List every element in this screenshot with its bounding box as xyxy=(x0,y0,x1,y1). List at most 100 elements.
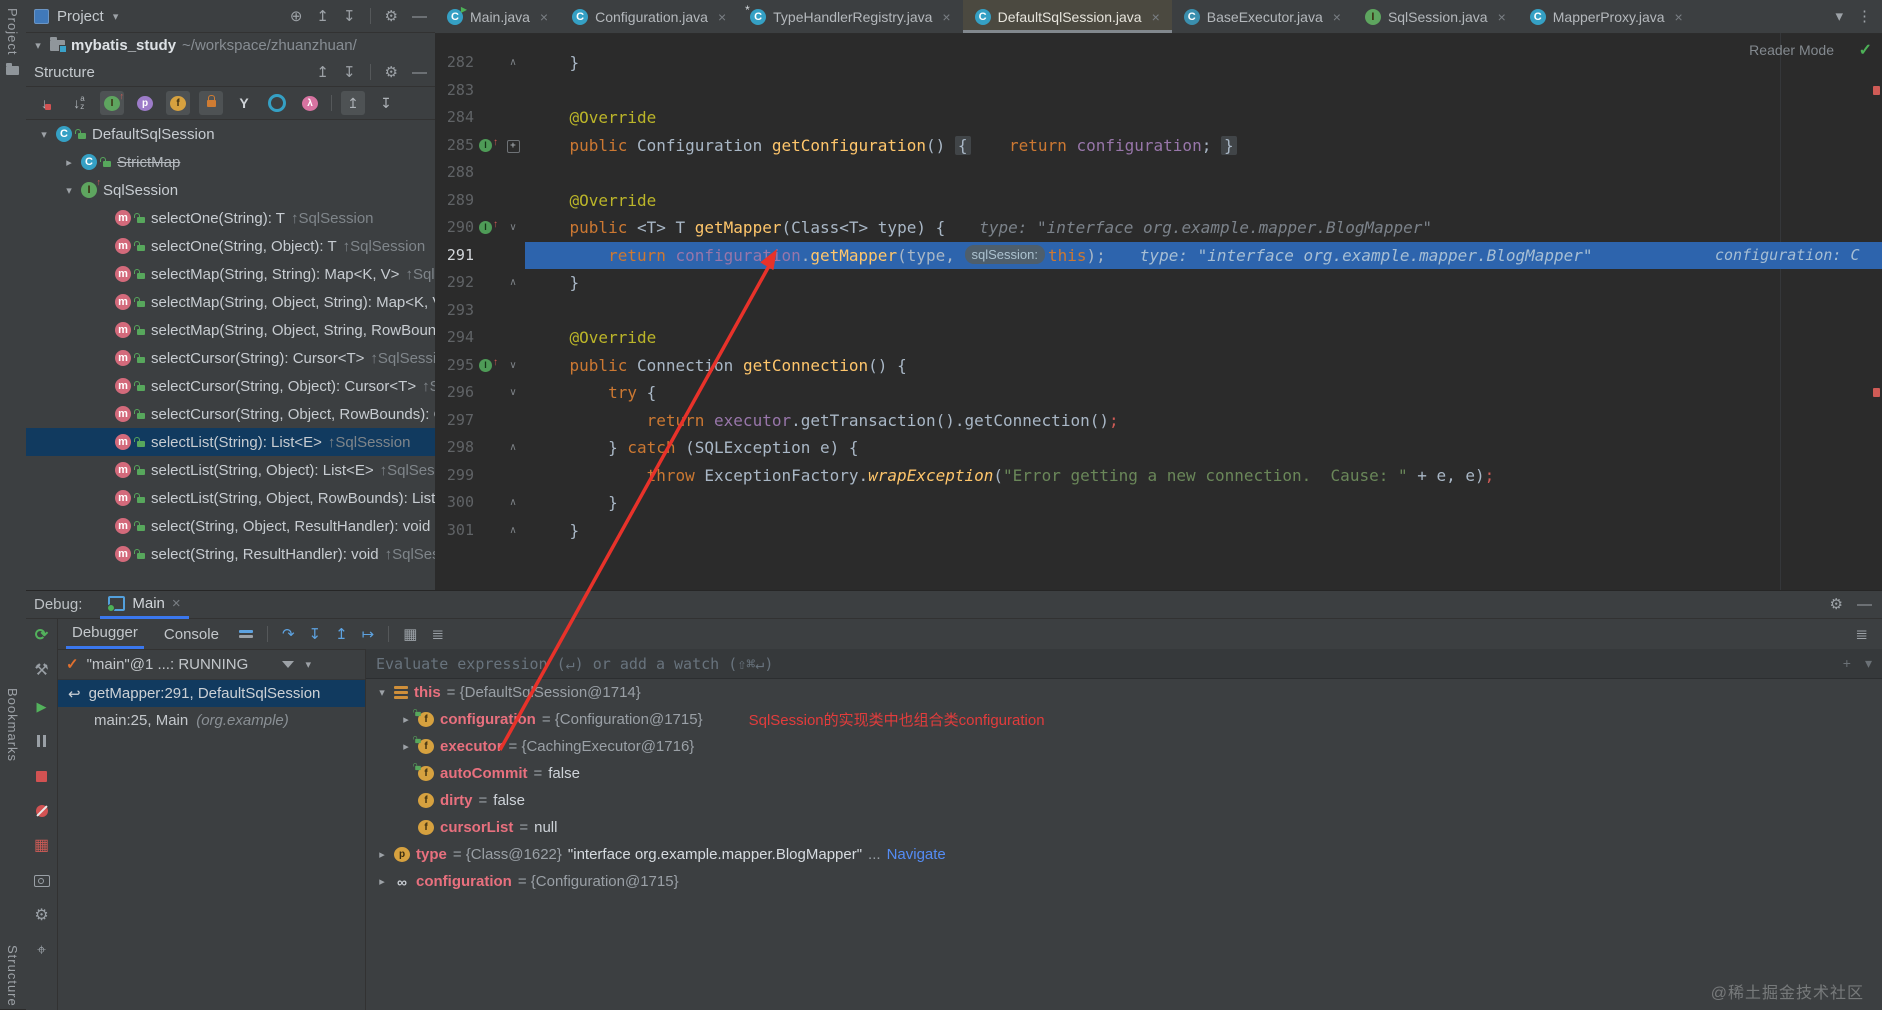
structure-item[interactable]: m selectList(String): List<E> ↑SqlSession xyxy=(26,428,435,456)
stack-frame[interactable]: main:25, Main (org.example) xyxy=(58,707,365,734)
structure-item[interactable]: m select(String, Object, ResultHandler): … xyxy=(26,512,435,540)
fold-marker[interactable]: ∨ xyxy=(505,352,521,380)
settings-icon[interactable]: ⚙ xyxy=(385,65,398,80)
structure-item[interactable]: m selectCursor(String, Object, RowBounds)… xyxy=(26,400,435,428)
autoscroll-from-source-icon[interactable]: ↧ xyxy=(374,91,398,115)
tab-configuration-java[interactable]: C Configuration.java × xyxy=(560,0,738,33)
structure-item[interactable]: m selectMap(String, Object, String, RowBo… xyxy=(26,316,435,344)
close-icon[interactable]: × xyxy=(172,595,181,612)
tab-sqlsession-java[interactable]: I SqlSession.java × xyxy=(1353,0,1518,33)
more-options-icon[interactable]: ⋮ xyxy=(1857,9,1872,24)
project-root-row[interactable]: ▾ mybatis_study ~/workspace/zhuanzhuan/ xyxy=(26,33,435,58)
folder-icon[interactable] xyxy=(6,63,19,75)
variable-row[interactable]: ▾ this = {DefaultSqlSession@1714} xyxy=(366,679,1882,706)
fold-marker[interactable]: ∧ xyxy=(505,269,521,297)
override-gutter-icon[interactable]: I xyxy=(479,358,492,372)
hide-icon[interactable]: — xyxy=(1857,597,1872,612)
variable-row[interactable]: f dirty = false xyxy=(366,787,1882,814)
folded-brace[interactable]: } xyxy=(1220,135,1237,155)
structure-item[interactable]: ▾ C DefaultSqlSession xyxy=(26,120,435,148)
expand-all-icon[interactable]: ↥ xyxy=(316,65,329,80)
line-number[interactable]: 289 xyxy=(435,187,474,215)
line-number[interactable]: 297 xyxy=(435,407,474,435)
line-number[interactable]: 300 xyxy=(435,489,474,517)
variable-row[interactable]: f cursorList = null xyxy=(366,814,1882,841)
hide-icon[interactable]: — xyxy=(412,65,427,80)
chevron-right-icon[interactable]: ▸ xyxy=(376,848,388,861)
close-icon[interactable]: × xyxy=(942,9,950,25)
snapshot-icon[interactable] xyxy=(33,872,51,890)
line-number[interactable]: 296 xyxy=(435,379,474,407)
line-number[interactable]: 294 xyxy=(435,324,474,352)
line-number[interactable]: 295 xyxy=(435,352,474,380)
step-out-icon[interactable]: ↥ xyxy=(335,625,348,643)
settings-icon[interactable]: ⚙ xyxy=(385,9,398,24)
mute-breakpoints-icon[interactable] xyxy=(33,802,51,820)
add-watch-icon[interactable]: + xyxy=(1843,655,1851,672)
run-to-cursor-icon[interactable]: ↦ xyxy=(362,625,375,643)
hide-icon[interactable]: — xyxy=(412,9,427,24)
chevron-right-icon[interactable]: ▸ xyxy=(400,740,412,753)
error-stripe-mark[interactable] xyxy=(1873,86,1880,95)
line-number[interactable]: 284 xyxy=(435,104,474,132)
code-line-285[interactable]: 285 I ↑ + public Configuration getConfigura… xyxy=(435,132,1882,160)
chevron-down-icon[interactable]: ▾ xyxy=(302,658,314,671)
chevron-down-icon[interactable]: ▾ xyxy=(38,128,50,141)
chevron-right-icon[interactable]: ▸ xyxy=(63,156,75,169)
code-area[interactable]: Reader Mode ✓ 282 ∧ } 283 284 @Override 285 I… xyxy=(435,33,1882,590)
code-line-289[interactable]: 289 @Override xyxy=(435,187,1882,215)
navigate-link[interactable]: Navigate xyxy=(887,846,946,863)
fold-marker[interactable]: ∨ xyxy=(505,379,521,407)
variable-row[interactable]: ▸ f configuration = {Configuration@1715} Sql… xyxy=(366,706,1882,733)
filter-icon[interactable] xyxy=(282,660,295,668)
chevron-down-icon[interactable]: ▾ xyxy=(376,686,388,699)
structure-item[interactable]: m selectOne(String): T ↑SqlSession xyxy=(26,204,435,232)
structure-item[interactable]: m selectList(String, Object, RowBounds): … xyxy=(26,484,435,512)
error-stripe-mark[interactable] xyxy=(1873,388,1880,397)
stack-frame[interactable]: ↩ getMapper:291, DefaultSqlSession xyxy=(58,680,365,707)
tab-mapperproxy-java[interactable]: C MapperProxy.java × xyxy=(1518,0,1695,33)
structure-item[interactable]: m selectCursor(String): Cursor<T> ↑SqlSes… xyxy=(26,344,435,372)
structure-item[interactable]: ▸ C StrictMap xyxy=(26,148,435,176)
show-inherited-icon[interactable]: I ↑ xyxy=(100,91,124,115)
variable-row[interactable]: f autoCommit = false xyxy=(366,760,1882,787)
pause-icon[interactable] xyxy=(33,732,51,750)
variable-row[interactable]: ▸ ∞ configuration = {Configuration@1715} xyxy=(366,868,1882,895)
resume-icon[interactable]: ▶ xyxy=(33,697,51,715)
line-number[interactable]: 298 xyxy=(435,434,474,462)
show-fields-icon[interactable]: f xyxy=(166,91,190,115)
group-methods-icon[interactable]: Y xyxy=(232,91,256,115)
tab-console[interactable]: Console xyxy=(158,619,225,649)
override-gutter-icon[interactable]: I xyxy=(479,138,492,152)
structure-item[interactable]: m selectMap(String, String): Map<K, V> ↑S… xyxy=(26,260,435,288)
stripe-bookmarks-button[interactable]: Bookmarks xyxy=(5,688,20,762)
code-line-291[interactable]: 291 return configuration.getMapper(type,… xyxy=(435,241,1882,269)
code-line-301[interactable]: 301 ∧ } xyxy=(435,517,1882,545)
code-line-300[interactable]: 300 ∧ } xyxy=(435,489,1882,517)
threads-view-icon[interactable] xyxy=(238,630,253,638)
autoscroll-to-source-icon[interactable]: ↥ xyxy=(341,91,365,115)
fold-marker[interactable]: ∧ xyxy=(505,434,521,462)
stop-icon[interactable] xyxy=(33,767,51,785)
line-number[interactable]: 301 xyxy=(435,517,474,545)
rerun-icon[interactable]: ⟳ xyxy=(33,627,51,645)
code-line-283[interactable]: 283 xyxy=(435,77,1882,105)
tab-defaultsqlsession-java[interactable]: C DefaultSqlSession.java × xyxy=(962,0,1172,33)
select-opened-file-icon[interactable]: ⊕ xyxy=(290,9,303,24)
tab-main-java[interactable]: C ▶ Main.java × xyxy=(435,0,560,33)
evaluate-expression-icon[interactable]: ▦ xyxy=(403,625,417,643)
fold-marker[interactable]: + xyxy=(505,132,521,160)
variable-row[interactable]: ▸ f executor = {CachingExecutor@1716} xyxy=(366,733,1882,760)
code-line-288[interactable]: 288 xyxy=(435,159,1882,187)
code-line-297[interactable]: 297 return executor.getTransaction().get… xyxy=(435,407,1882,435)
structure-item[interactable]: m selectOne(String, Object): T ↑SqlSessio… xyxy=(26,232,435,260)
fold-marker[interactable]: ∧ xyxy=(505,489,521,517)
close-icon[interactable]: × xyxy=(540,9,548,25)
code-line-294[interactable]: 294 @Override xyxy=(435,324,1882,352)
collapse-all-icon[interactable]: ↧ xyxy=(343,65,356,80)
layout-icon[interactable]: ≣ xyxy=(1855,627,1868,642)
evaluate-expression-bar[interactable]: Evaluate expression (↵) or add a watch (… xyxy=(366,649,1882,679)
line-number[interactable]: 299 xyxy=(435,462,474,490)
sort-by-visibility-icon[interactable]: ↓ xyxy=(34,91,58,115)
code-line-298[interactable]: 298 ∧ } catch (SQLException e) { xyxy=(435,434,1882,462)
